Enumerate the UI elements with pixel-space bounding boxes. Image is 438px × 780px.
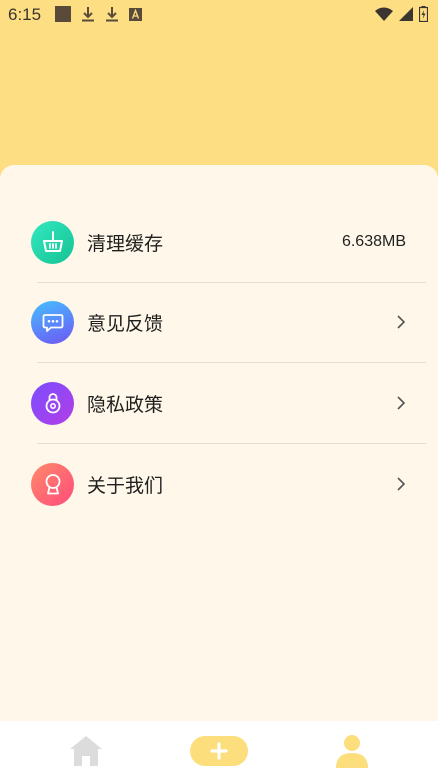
signal-icon — [399, 7, 413, 21]
bottom-nav — [0, 721, 438, 780]
profile-icon — [336, 735, 368, 768]
download-icon — [106, 7, 118, 22]
settings-item-about-us[interactable]: 关于我们 — [0, 444, 438, 524]
status-bar: 6:15 — [0, 0, 438, 30]
lock-icon — [31, 381, 74, 425]
settings-item-clear-cache[interactable]: 清理缓存 6.638MB — [0, 202, 438, 282]
chat-bubble-icon — [31, 300, 74, 344]
chevron-right-icon — [397, 477, 406, 491]
badge-icon — [31, 462, 74, 506]
battery-icon — [419, 6, 428, 22]
cache-size-value: 6.638MB — [341, 233, 406, 250]
chevron-right-icon — [397, 315, 406, 329]
add-icon — [190, 736, 248, 766]
text-a-icon — [129, 7, 142, 21]
nav-home[interactable] — [62, 729, 110, 773]
status-time: 6:15 — [8, 5, 42, 24]
settings-item-label: 关于我们 — [87, 474, 164, 497]
system-icons — [375, 6, 428, 22]
wifi-icon — [375, 7, 393, 21]
download-icon — [82, 7, 94, 22]
settings-item-label: 隐私政策 — [87, 393, 164, 416]
nav-add[interactable] — [190, 729, 248, 773]
settings-item-feedback[interactable]: 意见反馈 — [0, 282, 438, 362]
broom-basket-icon — [31, 220, 74, 264]
chevron-right-icon — [397, 396, 406, 410]
nav-profile[interactable] — [330, 729, 374, 773]
settings-item-label: 清理缓存 — [87, 232, 164, 255]
settings-item-label: 意见反馈 — [87, 312, 164, 335]
home-icon — [70, 736, 102, 766]
notification-square-icon — [55, 6, 71, 22]
settings-item-privacy-policy[interactable]: 隐私政策 — [0, 363, 438, 443]
notification-icons — [55, 6, 142, 22]
settings-card: 清理缓存 6.638MB 意见反馈 隐私政策 关于我们 — [0, 165, 438, 721]
